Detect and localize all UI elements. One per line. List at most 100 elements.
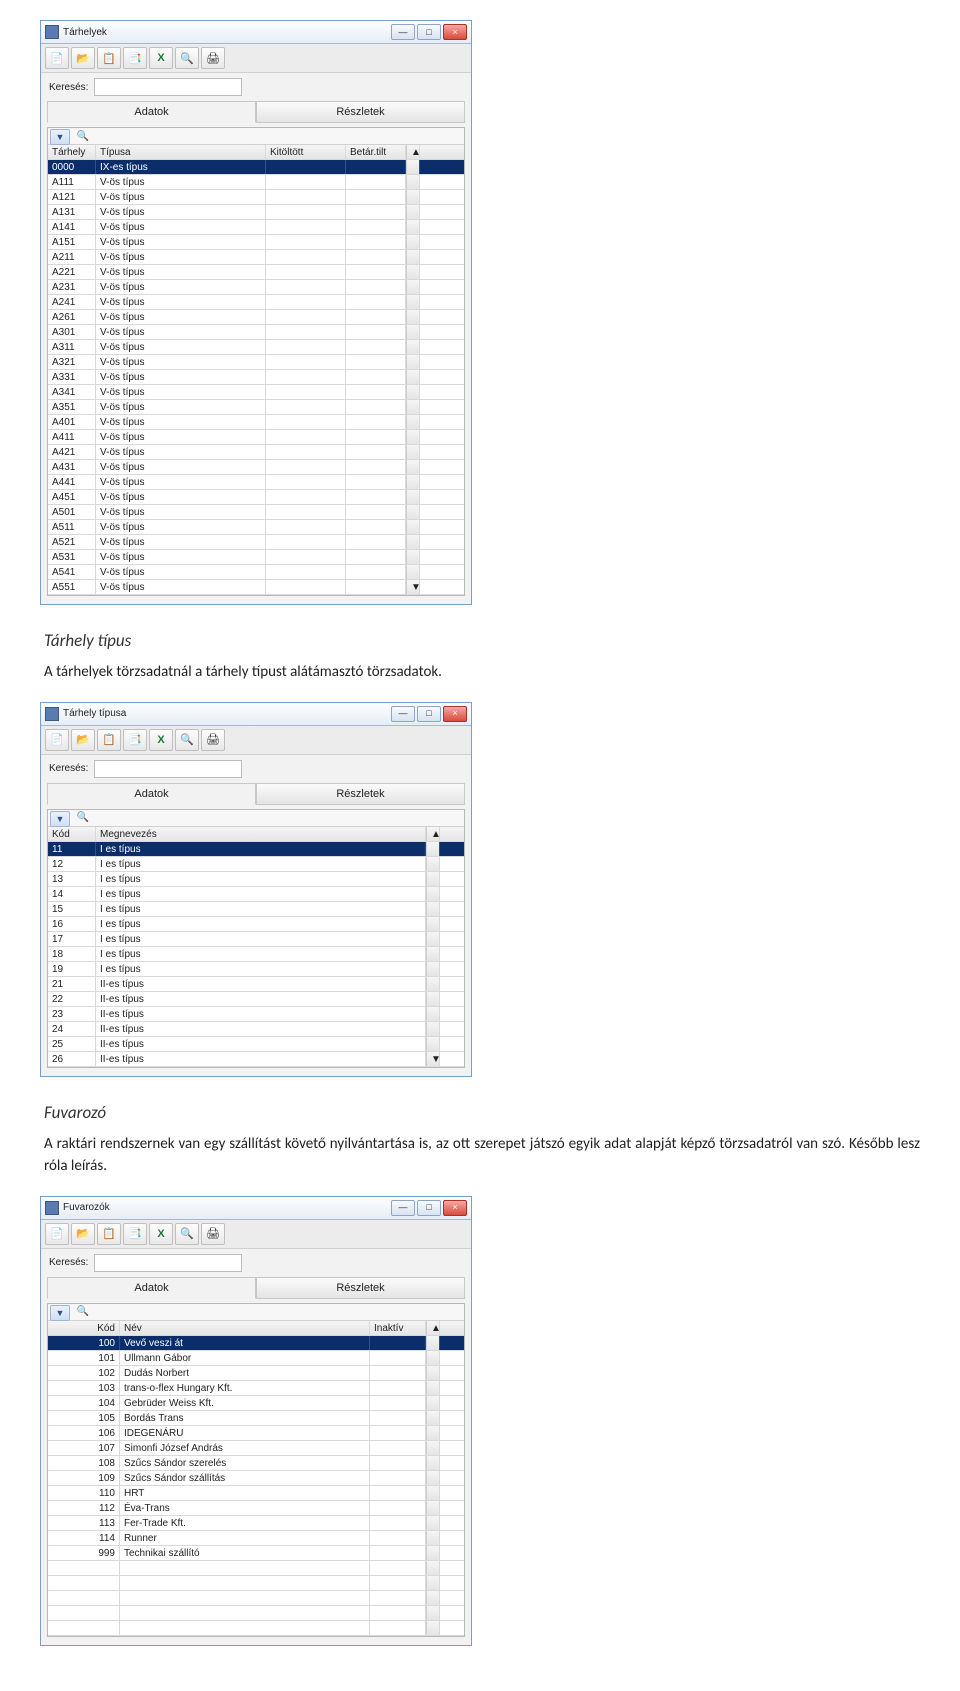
scroll-up-icon[interactable]: ▲ [426,827,440,841]
table-row[interactable]: A111V-ös típus [48,175,464,190]
search-input[interactable] [94,1254,242,1272]
scrollbar-track[interactable] [426,1037,440,1051]
toolbar-print-icon[interactable]: 🖨 [201,1223,225,1245]
scrollbar-track[interactable] [426,1396,440,1410]
filter-icon[interactable]: 🔍 [74,129,92,143]
table-row[interactable]: A121V-ös típus [48,190,464,205]
table-row[interactable]: A141V-ös típus [48,220,464,235]
scrollbar-track[interactable] [426,1456,440,1470]
tab-adatok[interactable]: Adatok [47,783,256,805]
table-row[interactable]: A151V-ös típus [48,235,464,250]
scrollbar-track[interactable] [426,887,440,901]
scrollbar-track[interactable] [426,1546,440,1560]
toolbar-open-icon[interactable]: 📂 [71,729,95,751]
table-row[interactable]: A511V-ös típus [48,520,464,535]
table-row[interactable]: 18I es típus [48,947,464,962]
scrollbar-track[interactable] [426,1007,440,1021]
scrollbar-track[interactable] [406,370,420,384]
scrollbar-track[interactable] [406,355,420,369]
toolbar-print-icon[interactable]: 🖨 [201,47,225,69]
data-grid[interactable]: ▼ 🔍 Kód Megnevezés ▲ 11I es típus12I es … [47,809,465,1068]
scrollbar-track[interactable] [406,565,420,579]
table-row[interactable]: A211V-ös típus [48,250,464,265]
scrollbar-track[interactable] [406,160,420,174]
scrollbar-track[interactable] [426,1411,440,1425]
table-row[interactable]: 114Runner [48,1531,464,1546]
scrollbar-track[interactable] [406,400,420,414]
table-row[interactable]: 0000IX-es típus [48,160,464,175]
table-row[interactable]: 104Gebrüder Weiss Kft. [48,1396,464,1411]
scrollbar-track[interactable]: ▼ [426,1052,440,1066]
table-row[interactable]: 23II-es típus [48,1007,464,1022]
table-row[interactable]: 17I es típus [48,932,464,947]
table-row[interactable]: 112Éva-Trans [48,1501,464,1516]
scrollbar-track[interactable] [426,1426,440,1440]
scrollbar-track[interactable] [406,190,420,204]
titlebar[interactable]: Tárhely típusa — □ × [41,703,471,726]
table-row[interactable]: 113Fer-Trade Kft. [48,1516,464,1531]
scrollbar-track[interactable] [406,340,420,354]
toolbar-copy-icon[interactable]: 📋 [97,729,121,751]
table-row[interactable]: A301V-ös típus [48,325,464,340]
toolbar-new-icon[interactable]: 📄 [45,1223,69,1245]
col-betartilt[interactable]: Betár.tilt [346,145,406,159]
scrollbar-track[interactable] [406,460,420,474]
table-row[interactable]: A551V-ös típus▼ [48,580,464,595]
minimize-button[interactable]: — [391,1200,415,1216]
close-button[interactable]: × [443,706,467,722]
maximize-button[interactable]: □ [417,24,441,40]
scrollbar-track[interactable] [426,977,440,991]
scrollbar-track[interactable] [426,902,440,916]
scrollbar-track[interactable] [426,1471,440,1485]
table-row[interactable]: 15I es típus [48,902,464,917]
scrollbar-track[interactable] [406,205,420,219]
tab-reszletek[interactable]: Részletek [256,101,465,123]
scrollbar-track[interactable] [406,475,420,489]
table-row[interactable]: A341V-ös típus [48,385,464,400]
maximize-button[interactable]: □ [417,706,441,722]
table-row[interactable]: 11I es típus [48,842,464,857]
table-row[interactable]: A331V-ös típus [48,370,464,385]
toolbar-print-icon[interactable]: 🖨 [201,729,225,751]
col-nev[interactable]: Név [120,1321,370,1335]
table-row[interactable]: 999Technikai szállító [48,1546,464,1561]
scrollbar-track[interactable] [406,385,420,399]
scrollbar-track[interactable] [406,415,420,429]
scroll-up-icon[interactable]: ▲ [406,145,420,159]
scrollbar-track[interactable] [406,310,420,324]
table-row[interactable]: 100Vevő veszi át [48,1336,464,1351]
scrollbar-track[interactable] [426,857,440,871]
table-row[interactable]: A241V-ös típus [48,295,464,310]
scrollbar-track[interactable] [406,550,420,564]
table-row[interactable]: A531V-ös típus [48,550,464,565]
scrollbar-track[interactable] [426,1381,440,1395]
toolbar-paste-icon[interactable]: 📑 [123,729,147,751]
scrollbar-track[interactable] [406,295,420,309]
table-row[interactable]: 16I es típus [48,917,464,932]
minimize-button[interactable]: — [391,24,415,40]
table-row[interactable]: 107Simonfi József András [48,1441,464,1456]
tab-adatok[interactable]: Adatok [47,1277,256,1299]
toolbar-search-icon[interactable]: 🔍 [175,729,199,751]
minimize-button[interactable]: — [391,706,415,722]
table-row[interactable]: 19I es típus [48,962,464,977]
table-row[interactable]: 21II-es típus [48,977,464,992]
scrollbar-track[interactable] [426,947,440,961]
toolbar-open-icon[interactable]: 📂 [71,47,95,69]
table-row[interactable]: 14I es típus [48,887,464,902]
filter-icon[interactable]: 🔍 [74,811,92,825]
table-row[interactable]: 105Bordás Trans [48,1411,464,1426]
toolbar-paste-icon[interactable]: 📑 [123,47,147,69]
table-row[interactable]: 106IDEGENÁRU [48,1426,464,1441]
toolbar-excel-icon[interactable]: X [149,47,173,69]
col-tipusa[interactable]: Típusa [96,145,266,159]
scrollbar-track[interactable] [406,325,420,339]
filter-button[interactable]: ▼ [50,811,70,827]
table-row[interactable]: A501V-ös típus [48,505,464,520]
toolbar-search-icon[interactable]: 🔍 [175,47,199,69]
col-kod[interactable]: Kód [48,1321,120,1335]
close-button[interactable]: × [443,1200,467,1216]
table-row[interactable]: 25II-es típus [48,1037,464,1052]
scrollbar-track[interactable] [406,490,420,504]
table-row[interactable]: 102Dudás Norbert [48,1366,464,1381]
